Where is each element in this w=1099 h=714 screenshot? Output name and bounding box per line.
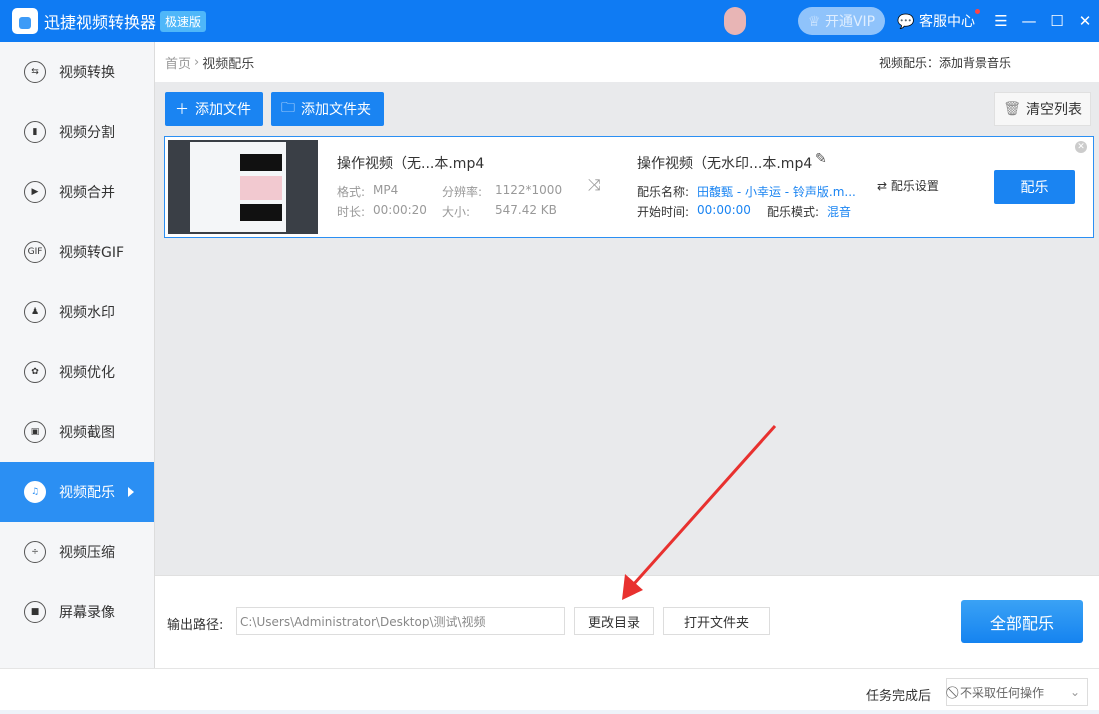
shuffle-icon: ⤨ (588, 175, 601, 194)
sidebar-icon: GIF (24, 241, 46, 263)
sidebar-icon: ÷ (24, 541, 46, 563)
add-folder-button[interactable]: 🗀 添加文件夹 (271, 92, 384, 126)
vip-label: 开通VIP (824, 14, 876, 30)
video-thumbnail (168, 140, 318, 234)
page-description: 视频配乐：添加背景音乐 (878, 55, 1011, 70)
edit-pencil-icon[interactable]: ✎ (815, 151, 827, 167)
change-directory-button[interactable]: 更改目录 (574, 607, 654, 635)
sidebar-item-1[interactable]: ▮ 视频分割 (0, 102, 154, 162)
sidebar-item-9[interactable]: ■ 屏幕录像 (0, 582, 154, 642)
sidebar-item-label: 视频转换 (59, 65, 115, 81)
add-music-button[interactable]: 配乐 (994, 170, 1075, 204)
breadcrumb: 首页 › 视频配乐 视频配乐：添加背景音乐 (155, 42, 1099, 82)
sidebar: ⇆ 视频转换 ▮ 视频分割 ▶ 视频合并 GIF 视频转GIF ♟ 视频水印 ✿ 视频优化 ▣ 视频截图 ♫… (0, 42, 155, 668)
sidebar-item-label: 视频配乐 (59, 485, 115, 501)
sidebar-item-label: 视频截图 (59, 425, 115, 441)
mix-mode-label: 配乐模式: (767, 205, 820, 219)
size-label: 大小: (442, 205, 471, 219)
remove-item-icon[interactable]: ✕ (1075, 141, 1087, 153)
sidebar-icon: ⇆ (24, 61, 46, 83)
sidebar-item-label: 视频合并 (59, 185, 115, 201)
footer: 任务完成后 ⃠不采取任何操作⌄ (0, 668, 1099, 714)
add-file-button[interactable]: ＋ 添加文件 (165, 92, 263, 126)
start-time-label: 开始时间: (637, 205, 690, 219)
plus-icon: ＋ (175, 102, 189, 118)
clear-list-button[interactable]: 🗑 清空列表 (994, 92, 1091, 126)
format-label: 格式: (337, 185, 366, 199)
sidebar-item-7[interactable]: ♫ 视频配乐 (0, 462, 154, 522)
resolution-value: 1122*1000 (495, 183, 563, 197)
music-name-link[interactable]: 田馥甄 - 小幸运 - 铃声版.m... (697, 183, 856, 200)
sidebar-icon: ■ (24, 601, 46, 623)
source-file-name: 操作视频（无...本.mp4 (337, 156, 485, 172)
sidebar-item-label: 视频水印 (59, 305, 115, 321)
service-center-button[interactable]: 💬 客服中心 (897, 9, 980, 31)
sidebar-icon: ♫ (24, 481, 46, 503)
sidebar-item-0[interactable]: ⇆ 视频转换 (0, 42, 154, 102)
close-icon[interactable]: ✕ (1071, 12, 1099, 30)
sidebar-icon: ♟ (24, 301, 46, 323)
add-file-label: 添加文件 (195, 102, 251, 118)
trash-icon: 🗑 (1003, 101, 1021, 117)
clear-list-label: 清空列表 (1026, 102, 1082, 118)
sidebar-item-4[interactable]: ♟ 视频水印 (0, 282, 154, 342)
duration-value: 00:00:20 (373, 203, 427, 217)
sidebar-item-label: 视频分割 (59, 125, 115, 141)
output-panel: 输出路径: 更改目录 打开文件夹 全部配乐 (155, 575, 1099, 668)
music-name-label: 配乐名称: (637, 185, 690, 199)
sidebar-item-2[interactable]: ▶ 视频合并 (0, 162, 154, 222)
open-folder-button[interactable]: 打开文件夹 (663, 607, 770, 635)
mix-all-button[interactable]: 全部配乐 (961, 600, 1083, 643)
minimize-icon[interactable]: — (1015, 12, 1043, 30)
music-settings-button[interactable]: ⇄ 配乐设置 (877, 177, 939, 194)
duration-label: 时长: (337, 205, 366, 219)
app-title: 迅捷视频转换器 (44, 13, 157, 32)
menu-icon[interactable]: ☰ (987, 12, 1015, 30)
avatar[interactable] (723, 7, 746, 35)
maximize-icon[interactable]: ☐ (1043, 12, 1071, 30)
folder-icon: 🗀 (281, 100, 295, 116)
sidebar-item-label: 视频转GIF (59, 245, 125, 261)
output-path-input[interactable] (236, 607, 565, 635)
sliders-icon: ⇄ (877, 179, 891, 193)
service-label: 客服中心 (919, 14, 975, 30)
size-value: 547.42 KB (495, 203, 557, 217)
start-time-value[interactable]: 00:00:00 (697, 203, 751, 217)
sidebar-icon: ✿ (24, 361, 46, 383)
music-settings-label: 配乐设置 (890, 179, 939, 193)
add-folder-label: 添加文件夹 (301, 102, 371, 118)
sidebar-item-6[interactable]: ▣ 视频截图 (0, 402, 154, 462)
breadcrumb-current: 视频配乐 (202, 56, 255, 72)
title-bar: 迅捷视频转换器 极速版 ♕ 开通VIP 💬 客服中心 ☰ — ☐ ✕ (0, 0, 1099, 42)
breadcrumb-sep: › (194, 54, 200, 70)
app-logo-icon (12, 8, 38, 34)
sidebar-item-label: 视频压缩 (59, 545, 115, 561)
mix-mode-value[interactable]: 混音 (827, 203, 851, 220)
chevron-down-icon: ⌄ (1069, 685, 1080, 699)
vip-button[interactable]: ♕ 开通VIP (797, 7, 886, 35)
sidebar-item-label: 屏幕录像 (59, 605, 115, 621)
file-list-area: ＋ 添加文件 🗀 添加文件夹 🗑 清空列表 操作视频（无...本.mp4 格式: MP… (155, 82, 1099, 575)
format-value: MP4 (373, 183, 399, 197)
breadcrumb-home[interactable]: 首页 (165, 53, 191, 72)
output-file-name: 操作视频（无水印...本.mp4 (637, 156, 813, 172)
resolution-label: 分辨率: (442, 185, 483, 199)
sidebar-icon: ▶ (24, 181, 46, 203)
sidebar-icon: ▮ (24, 121, 46, 143)
sidebar-item-8[interactable]: ÷ 视频压缩 (0, 522, 154, 582)
file-item[interactable]: 操作视频（无...本.mp4 格式: MP4 分辨率: 1122*1000 时长… (164, 136, 1094, 238)
sidebar-item-label: 视频优化 (59, 365, 115, 381)
sidebar-icon: ▣ (24, 421, 46, 443)
sidebar-item-3[interactable]: GIF 视频转GIF (0, 222, 154, 282)
after-task-label: 任务完成后 (866, 689, 932, 704)
sidebar-item-5[interactable]: ✿ 视频优化 (0, 342, 154, 402)
after-task-select[interactable]: ⃠不采取任何操作⌄ (946, 678, 1088, 706)
edition-badge: 极速版 (160, 10, 207, 32)
output-path-label: 输出路径: (167, 618, 224, 633)
after-task-value: 不采取任何操作 (960, 685, 1045, 700)
